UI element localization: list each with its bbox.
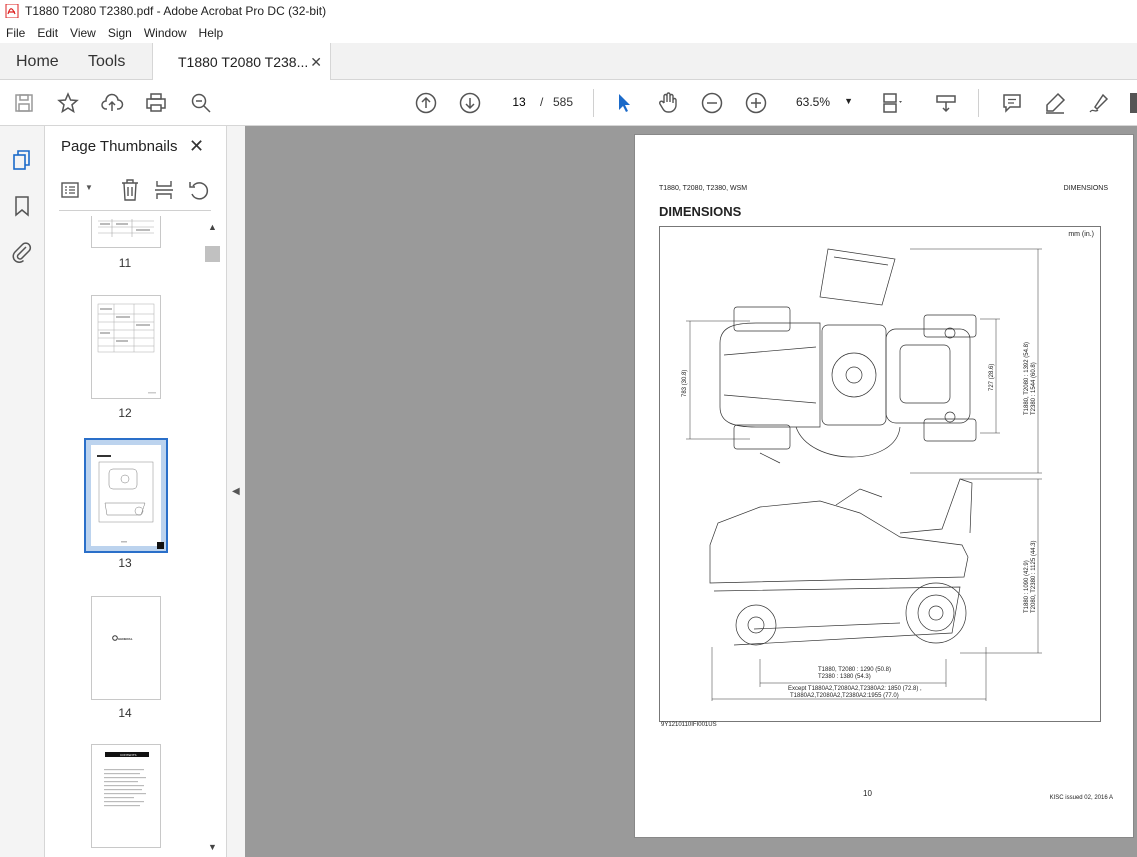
thumbnail-page-11[interactable] <box>91 216 161 248</box>
scroll-up-icon[interactable]: ▲ <box>208 222 217 232</box>
tab-home[interactable]: Home <box>16 43 59 80</box>
thumbnail-label: 11 <box>118 256 132 270</box>
page-thumbnails-icon[interactable] <box>10 148 34 172</box>
thumbnail-list: 11 12 13 GENERAL 14 CONTENTS <box>45 216 205 857</box>
zoom-search-icon[interactable] <box>189 91 213 115</box>
thumbnail-scrollbar[interactable]: ▲ ▼ <box>205 216 220 857</box>
window-title: T1880 T2080 T2380.pdf - Adobe Acrobat Pr… <box>25 4 327 18</box>
dim-length-2: T1880A2,T2080A2,T2380A2:1955 (77.0) <box>790 693 899 699</box>
collapse-arrow-icon[interactable]: ◀ <box>232 486 240 497</box>
menu-sign[interactable]: Sign <box>102 26 138 40</box>
next-page-icon[interactable] <box>458 91 482 115</box>
close-tab-icon[interactable]: ✕ <box>310 54 322 71</box>
scrollbar-thumb[interactable] <box>205 246 220 262</box>
menu-window[interactable]: Window <box>138 26 193 40</box>
page-separator: / <box>540 95 544 109</box>
bookmark-star-icon[interactable] <box>56 91 80 115</box>
select-cursor-icon[interactable] <box>612 91 636 115</box>
extract-pages-icon[interactable] <box>153 178 175 202</box>
total-pages: 585 <box>553 95 574 109</box>
highlight-pen-icon[interactable] <box>1043 91 1067 115</box>
tab-bar: Home Tools T1880 T2080 T238... ✕ <box>0 43 1137 80</box>
delete-trash-icon[interactable] <box>119 178 141 202</box>
zoom-level-value: 63.5% <box>796 95 831 109</box>
close-panel-icon[interactable]: ✕ <box>189 136 204 157</box>
attachments-paperclip-icon[interactable] <box>10 240 34 264</box>
tab-document-label: T1880 T2080 T238... <box>178 53 309 70</box>
issue-note: KISC issued 02, 2016 A <box>1049 795 1113 801</box>
more-tools-icon[interactable] <box>1128 91 1137 115</box>
pdf-app-icon <box>5 4 19 18</box>
menu-bar: File Edit View Sign Window Help <box>0 22 1137 43</box>
sign-pen-icon[interactable] <box>1087 91 1111 115</box>
scroll-mode-icon[interactable] <box>934 91 958 115</box>
save-icon[interactable] <box>12 91 36 115</box>
current-page-field[interactable] <box>502 90 536 114</box>
thumbnail-label: 14 <box>118 706 132 720</box>
zoom-level-dropdown[interactable]: 63.5% ▼ <box>787 90 859 114</box>
dim-length-1: Except T1880A2,T2080A2,T2380A2: 1850 (72… <box>788 686 922 692</box>
panel-collapse-strip[interactable]: ◀ <box>227 126 245 857</box>
dim-height-2: T2080, T2380 : 1125 (44.3) <box>1031 541 1037 614</box>
dim-overall-width-1: T1880, T2080 : 1392 (54.8) <box>1024 342 1030 415</box>
dim-width-rear: 727 (28.6) <box>989 364 995 391</box>
thumbnail-14-text: GENERAL <box>118 637 133 641</box>
menu-file[interactable]: File <box>0 26 31 40</box>
thumbnail-label: 13 <box>118 556 132 570</box>
pdf-page: T1880, T2080, T2380, WSM DIMENSIONS DIME… <box>634 134 1134 838</box>
comment-icon[interactable] <box>1000 91 1024 115</box>
document-viewer[interactable]: T1880, T2080, T2380, WSM DIMENSIONS DIME… <box>245 126 1137 857</box>
menu-edit[interactable]: Edit <box>31 26 64 40</box>
figure-id: 9Y1210110IFI001US <box>661 722 717 728</box>
page-title: DIMENSIONS <box>659 204 742 219</box>
menu-help[interactable]: Help <box>193 26 230 40</box>
chevron-down-icon: ▼ <box>844 96 853 106</box>
thumbnail-tools: ▼ <box>59 178 211 202</box>
upload-cloud-icon[interactable] <box>100 91 124 115</box>
dim-wheelbase-2: T2380 : 1380 (54.3) <box>818 674 871 680</box>
toolbar-divider-2 <box>978 89 979 117</box>
menu-view[interactable]: View <box>64 26 102 40</box>
page-header-right: DIMENSIONS <box>1063 185 1108 192</box>
page-number: 10 <box>863 789 872 798</box>
tab-document[interactable]: T1880 T2080 T238... ✕ <box>152 43 331 80</box>
scroll-down-icon[interactable]: ▼ <box>208 842 217 852</box>
previous-page-icon[interactable] <box>414 91 438 115</box>
dim-overall-width-2: T2380 : 1544 (60.8) <box>1031 362 1037 415</box>
left-navigation-rail <box>0 126 45 857</box>
thumbnail-page-12[interactable] <box>91 295 161 399</box>
page-header-left: T1880, T2080, T2380, WSM <box>659 185 748 192</box>
thumbnail-page-13-selected[interactable] <box>84 438 168 553</box>
mower-drawing: 783 (30.8) 727 (28.6) T1880, T2080 : 139… <box>682 248 1042 701</box>
tab-tools[interactable]: Tools <box>88 43 125 80</box>
zoom-in-icon[interactable] <box>744 91 768 115</box>
rotate-icon[interactable] <box>187 178 209 202</box>
hand-tool-icon[interactable] <box>656 91 680 115</box>
options-menu-icon[interactable] <box>61 180 83 200</box>
panel-title: Page Thumbnails <box>61 138 178 155</box>
dim-width-front: 783 (30.8) <box>682 370 688 397</box>
dim-wheelbase-1: T1880, T2080 : 1290 (50.8) <box>818 667 891 673</box>
page-thumbnails-panel: Page Thumbnails ✕ ▼ 11 12 13 GENERAL 14 <box>45 126 227 857</box>
thumbnail-15-text: CONTENTS <box>120 753 137 757</box>
title-bar: T1880 T2080 T2380.pdf - Adobe Acrobat Pr… <box>0 0 1137 22</box>
bookmarks-icon[interactable] <box>10 194 34 218</box>
selection-corner <box>157 542 164 549</box>
print-icon[interactable] <box>144 91 168 115</box>
options-caret-icon[interactable]: ▼ <box>85 183 93 192</box>
dimensions-figure: mm (in.) 783 (30.8) 727 (28.6) T1880, T2… <box>659 226 1101 722</box>
dim-height-1: T1880 : 1090 (42.9) <box>1024 560 1030 613</box>
panel-divider <box>59 210 211 211</box>
thumbnail-page-14[interactable]: GENERAL <box>91 596 161 700</box>
section-g-icon <box>112 635 118 641</box>
thumbnail-page-15[interactable]: CONTENTS <box>91 744 161 848</box>
toolbar-divider <box>593 89 594 117</box>
zoom-out-icon[interactable] <box>700 91 724 115</box>
page-fit-icon[interactable] <box>880 91 904 115</box>
thumbnail-label: 12 <box>118 406 132 420</box>
